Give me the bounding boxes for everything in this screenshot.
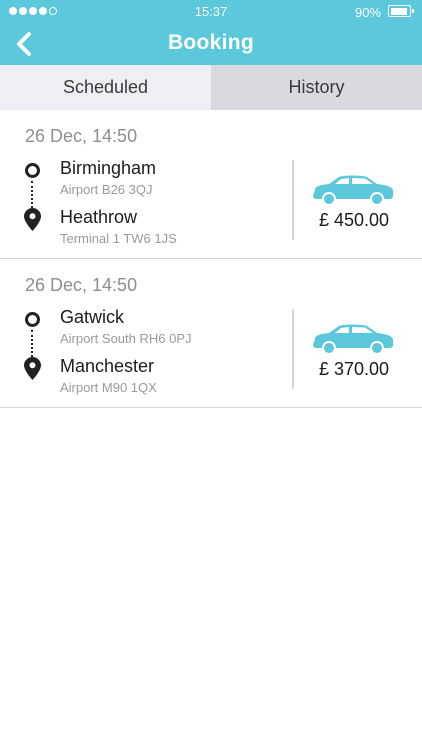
booking-price: £ 370.00	[318, 359, 390, 379]
origin-name: Gatwick	[60, 307, 125, 327]
route-connector	[31, 330, 33, 357]
battery-icon	[388, 5, 414, 17]
origin-detail: Airport B26 3QJ	[60, 182, 153, 197]
destination-detail: Terminal 1 TW6 1JS	[60, 231, 177, 246]
car-icon	[313, 175, 393, 206]
tab-scheduled[interactable]: Scheduled	[0, 65, 211, 110]
booking-list: 26 Dec, 14:50 Birmingham Airport B26 3QJ…	[0, 110, 422, 408]
origin-circle-icon	[25, 163, 40, 178]
destination-pin-icon	[24, 208, 41, 231]
battery-percent: 90%	[354, 5, 381, 20]
origin-name: Birmingham	[60, 158, 157, 178]
booking-date: 26 Dec, 14:50	[25, 126, 138, 146]
destination-detail: Airport M90 1QX	[60, 380, 157, 395]
status-bar: 15:37 90%	[0, 0, 422, 22]
tab-history[interactable]: History	[211, 65, 422, 110]
route-connector	[31, 181, 33, 208]
card-divider	[292, 160, 294, 240]
app-header: 15:37 90% Booking	[0, 0, 422, 65]
destination-pin-icon	[24, 357, 41, 380]
origin-circle-icon	[25, 312, 40, 327]
destination-name: Heathrow	[60, 207, 138, 227]
booking-card[interactable]: 26 Dec, 14:50 Birmingham Airport B26 3QJ…	[0, 110, 422, 259]
booking-card[interactable]: 26 Dec, 14:50 Gatwick Airport South RH6 …	[0, 259, 422, 408]
car-icon	[313, 324, 393, 355]
page-title: Booking	[167, 31, 255, 54]
booking-date: 26 Dec, 14:50	[25, 275, 138, 295]
origin-detail: Airport South RH6 0PJ	[60, 331, 192, 346]
booking-price: £ 450.00	[318, 210, 390, 230]
destination-name: Manchester	[60, 356, 155, 376]
card-divider	[292, 309, 294, 389]
tab-bar: Scheduled History	[0, 65, 422, 110]
